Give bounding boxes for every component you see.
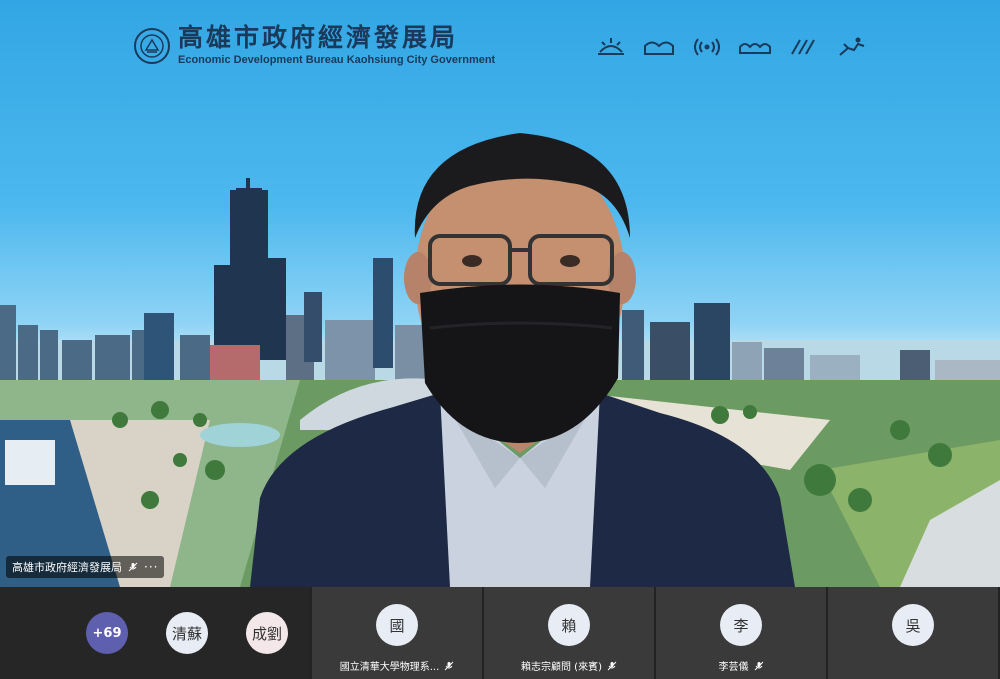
brand-header: 高雄市政府經濟發展局 Economic Development Bureau K…: [134, 24, 495, 67]
participant-name: 李芸儀: [718, 662, 749, 673]
participant-name: 賴志宗顧問 (來賓): [521, 662, 602, 673]
participant-avatar: 國: [376, 604, 418, 646]
mountain-icon: [644, 41, 674, 55]
participant-avatar: 李: [720, 604, 762, 646]
participant-tile[interactable]: 賴 賴志宗顧問 (來賓): [482, 587, 654, 679]
sun-icon: [598, 38, 624, 55]
participant-tile[interactable]: 國 國立清華大學物理系...: [310, 587, 482, 679]
speaker-name: 高雄市政府經濟發展局: [12, 561, 122, 574]
participant-tile[interactable]: 李 李芸儀: [654, 587, 826, 679]
participant-avatar: 吳: [892, 604, 934, 646]
signal-icon: [694, 38, 720, 56]
header-icon-row: [594, 36, 868, 58]
speaker-video: [250, 133, 795, 587]
brand-title: 高雄市政府經濟發展局: [178, 23, 459, 52]
participant-avatar: 賴: [548, 604, 590, 646]
mic-muted-icon: [128, 562, 138, 572]
more-options-button[interactable]: ···: [144, 560, 158, 574]
slash-icon: [791, 39, 815, 55]
meeting-window: 高雄市政府經濟發展局 Economic Development Bureau K…: [0, 0, 1000, 679]
mic-muted-icon: [444, 661, 454, 670]
wave-icon: [739, 43, 771, 54]
mic-muted-icon: [607, 661, 617, 670]
main-video-feed[interactable]: 高雄市政府經濟發展局 Economic Development Bureau K…: [0, 0, 1000, 587]
participant-strip: +69 清蘇 成劉 國 國立清華大學物理系... 賴 賴志宗顧問 (來賓) 李 …: [0, 587, 1000, 679]
runner-icon: [839, 37, 865, 56]
mic-muted-icon: [754, 661, 763, 670]
participant-avatar[interactable]: 清蘇: [166, 612, 208, 654]
participant-avatar[interactable]: 成劉: [246, 612, 288, 654]
speaker-name-label[interactable]: 高雄市政府經濟發展局 ···: [6, 556, 165, 578]
city-seal-icon: [134, 27, 170, 64]
participant-name: 國立清華大學物理系...: [339, 662, 440, 673]
brand-subtitle: Economic Development Bureau Kaohsiung Ci…: [178, 54, 496, 66]
participant-group-tile[interactable]: +69 清蘇 成劉: [0, 587, 310, 679]
participant-tile[interactable]: 吳: [826, 587, 998, 679]
more-participants-avatar[interactable]: +69: [86, 612, 128, 654]
